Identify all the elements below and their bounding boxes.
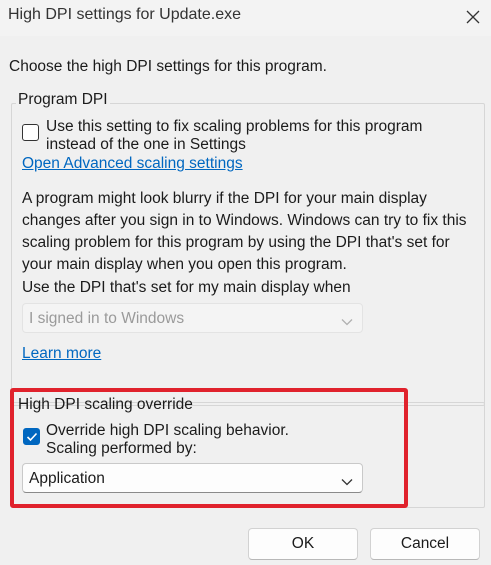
override-highlight-box bbox=[10, 388, 408, 508]
window-title: High DPI settings for Update.exe bbox=[8, 6, 242, 23]
chevron-down-icon bbox=[341, 313, 353, 331]
open-advanced-scaling-link[interactable]: Open Advanced scaling settings bbox=[22, 155, 243, 173]
dpi-description: A program might look blurry if the DPI f… bbox=[22, 190, 467, 273]
cancel-button[interactable]: Cancel bbox=[370, 528, 480, 560]
program-dpi-checkbox-label-2: instead of the one in Settings bbox=[46, 136, 246, 153]
program-dpi-legend: Program DPI bbox=[16, 91, 110, 109]
dialog-content: Choose the high DPI settings for this pr… bbox=[0, 36, 491, 565]
program-dpi-checkbox[interactable] bbox=[22, 124, 39, 141]
dpi-timing-select-value: I signed in to Windows bbox=[29, 310, 185, 327]
close-icon bbox=[466, 10, 480, 24]
dpi-select-label: Use the DPI that's set for my main displ… bbox=[22, 279, 351, 296]
intro-text: Choose the high DPI settings for this pr… bbox=[9, 58, 327, 75]
title-bar: High DPI settings for Update.exe bbox=[0, 0, 491, 36]
dpi-timing-select[interactable]: I signed in to Windows bbox=[22, 303, 363, 333]
program-dpi-checkbox-label-1: Use this setting to fix scaling problems… bbox=[46, 118, 423, 135]
ok-button[interactable]: OK bbox=[248, 528, 358, 560]
learn-more-link[interactable]: Learn more bbox=[22, 345, 101, 363]
close-button[interactable] bbox=[458, 2, 488, 32]
